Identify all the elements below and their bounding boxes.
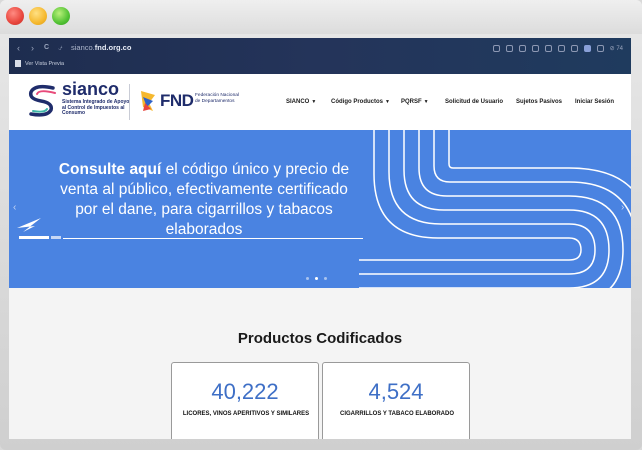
carousel-indicators [306,277,327,280]
window-titlebar [0,0,642,34]
hero-headline: Consulte aquí el código único y precio d… [49,160,359,240]
maximize-window-button[interactable] [52,7,70,25]
menu-item-label: Código Productos [331,99,383,105]
web-page: sianco Sistema Integrado de Apoyo al Con… [9,74,631,439]
hero-carousel: Consulte aquí el código único y precio d… [9,130,631,288]
browser-chrome: ‹ › C ⍻ sianco.fnd.org.co ⊘ 74 Ver Vista… [9,38,631,74]
carousel-dot-active[interactable] [315,277,318,280]
document-icon [15,60,21,67]
mac-window: ‹ › C ⍻ sianco.fnd.org.co ⊘ 74 Ver Vista… [0,0,642,450]
minimize-window-button[interactable] [29,7,47,25]
main-menu: SIANCO ▼ Código Productos ▼ PQRSF ▼ Solicit… [9,97,631,107]
extension-icon[interactable] [518,44,526,52]
hero-headline-strong: Consulte aquí [58,161,162,178]
menu-item-pqrsf[interactable]: PQRSF ▼ [401,97,429,107]
site-header: sianco Sistema Integrado de Apoyo al Con… [9,74,631,130]
extension-icon[interactable] [505,44,513,52]
product-count: 4,524 [368,379,424,404]
product-card-cigarrillos[interactable]: 4,524 CIGARRILLOS Y TABACO ELABORADO [322,362,470,439]
chevron-down-icon: ▼ [385,99,390,105]
product-label: CIGARRILLOS Y TABACO ELABORADO [339,411,454,417]
products-title: Productos Codificados [237,330,403,347]
chevron-down-icon: ▼ [311,99,317,105]
lock-icon: ⍻ [58,43,63,52]
menu-item-iniciar-sesion[interactable]: Iniciar Sesión [575,97,614,107]
carousel-next-button[interactable]: › [621,202,624,213]
carousel-prev-button[interactable]: ‹ [13,202,16,213]
shield-icon[interactable] [544,44,552,52]
products-section: Productos Codificados 40,222 LICORES, VI… [9,288,631,439]
chevron-down-icon: ▼ [423,99,429,105]
back-button[interactable]: ‹ [17,41,20,55]
close-window-button[interactable] [6,7,24,25]
address-bar[interactable]: sianco.fnd.org.co [71,41,131,55]
extension-toolbar: ⊘ 74 [492,43,623,53]
carousel-dot[interactable] [306,277,309,280]
url-prefix: sianco. [71,43,95,52]
menu-item-solicitud-usuario[interactable]: Solicitud de Usuario [445,97,503,107]
carousel-dot[interactable] [324,277,327,280]
bookmark-preview[interactable]: Ver Vista Previa [25,58,64,70]
menu-icon[interactable] [570,44,578,52]
play-icon[interactable] [531,44,539,52]
menu-item-codigo-productos[interactable]: Código Productos ▼ [331,97,390,107]
browser-nav-row: ‹ › C ⍻ sianco.fnd.org.co ⊘ 74 [9,41,631,55]
menu-item-label: SIANCO [286,99,310,105]
browser-screen: ‹ › C ⍻ sianco.fnd.org.co ⊘ 74 Ver Vista… [9,38,631,439]
product-card-licores[interactable]: 40,222 LICORES, VINOS APERITIVOS Y SIMIL… [171,362,319,439]
bookmarks-bar: Ver Vista Previa [9,58,631,70]
url-domain: fnd.org.co [94,43,132,52]
profile-icon[interactable] [583,44,591,52]
extension-icon[interactable] [492,44,500,52]
download-icon[interactable] [557,44,565,52]
menu-item-sujetos-pasivos[interactable]: Sujetos Pasivos [516,97,562,107]
reload-button[interactable]: C [44,41,49,55]
menu-item-label: PQRSF [401,99,422,105]
product-count: 40,222 [211,379,279,404]
product-label: LICORES, VINOS APERITIVOS Y SIMILARES [182,411,310,417]
forward-button[interactable]: › [31,41,34,55]
extension-icon[interactable] [596,44,604,52]
menu-item-sianco[interactable]: SIANCO ▼ [286,97,316,107]
extension-badge[interactable]: ⊘ 74 [610,45,623,52]
